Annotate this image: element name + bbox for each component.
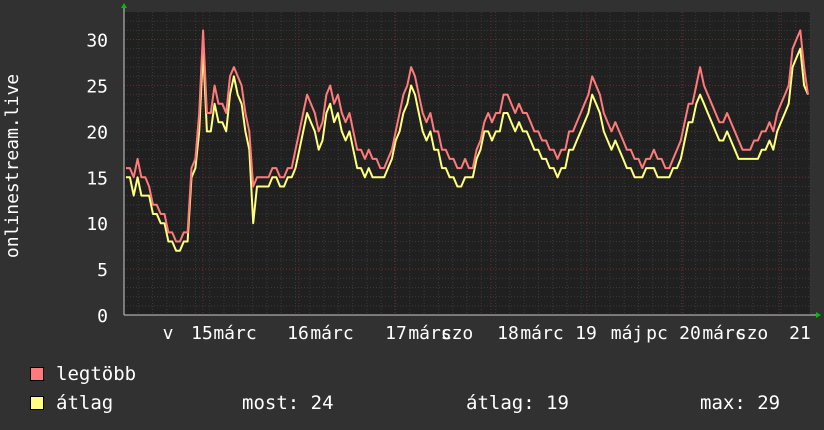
x-tick-label: 20 xyxy=(679,323,701,344)
x-tick-label: pc xyxy=(646,323,668,344)
x-tick-label: 18 xyxy=(497,323,519,344)
x-tick-label: 19 xyxy=(575,323,597,344)
y-tick-label: 5 xyxy=(97,260,108,281)
x-tick-label: szo xyxy=(736,323,769,344)
x-tick-label: márc xyxy=(213,323,256,344)
x-tick-label: 17 xyxy=(385,323,407,344)
x-tick-label: 21 xyxy=(789,323,811,344)
legend-swatch-atlag xyxy=(30,396,44,410)
stat-most: most: 24 xyxy=(242,392,334,414)
y-tick-label: 30 xyxy=(86,31,108,52)
x-tick-label: szo xyxy=(441,323,474,344)
stat-max: max: 29 xyxy=(700,392,781,414)
stat-atlag: átlag: 19 xyxy=(466,392,569,414)
y-axis-arrow-icon xyxy=(121,3,127,8)
y-tick-label: 20 xyxy=(86,122,108,143)
x-axis-arrow-icon xyxy=(816,312,821,318)
legend-item-legtobb: legtöbb xyxy=(30,363,137,385)
legend-swatch-legtobb xyxy=(30,367,44,381)
y-tick-label: 0 xyxy=(97,306,108,327)
y-tick-label: 10 xyxy=(86,214,108,235)
legend-label-atlag: átlag xyxy=(56,392,114,414)
legend-item-atlag: átlag xyxy=(30,392,114,414)
x-tick-label: márc xyxy=(310,323,353,344)
x-tick-label: máj xyxy=(611,323,644,344)
x-tick-label: 15 xyxy=(191,323,213,344)
y-tick-label: 15 xyxy=(86,168,108,189)
x-tick-label: 16 xyxy=(287,323,309,344)
y-axis-label: onlinestream.live xyxy=(2,74,23,258)
x-tick-label: márc xyxy=(520,323,563,344)
y-tick-label: 25 xyxy=(86,76,108,97)
legend-label-legtobb: legtöbb xyxy=(56,363,137,385)
x-tick-label: v xyxy=(163,323,174,344)
